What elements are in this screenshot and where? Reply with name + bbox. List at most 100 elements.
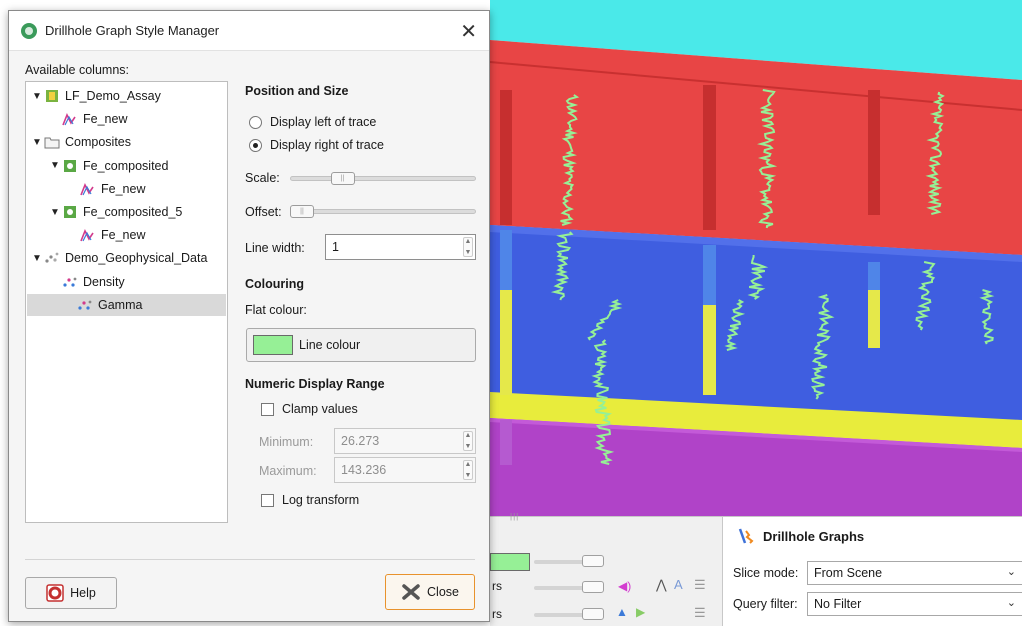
tree-item[interactable]: ▼ Demo_Geophysical_Data [32, 247, 207, 269]
scale-slider[interactable] [290, 176, 476, 181]
line-width-value: 1 [332, 240, 339, 254]
spin-buttons[interactable]: ▲ ▼ [463, 431, 473, 451]
close-x-icon [402, 584, 420, 600]
help-button[interactable]: Help [25, 577, 117, 609]
line-colour-button[interactable]: Line colour [246, 328, 476, 362]
scale-slider-thumb[interactable]: || [330, 172, 355, 185]
expand-arrow-icon[interactable]: ▼ [50, 207, 62, 218]
app-icon [21, 22, 37, 39]
display-right-radio[interactable]: Display right of trace [249, 138, 384, 152]
tree-item-label: Demo_Geophysical_Data [65, 251, 208, 266]
list-slider-2-thumb[interactable] [582, 581, 604, 593]
spin-up-icon[interactable]: ▲ [465, 238, 472, 245]
tree-item-label: Composites [65, 135, 131, 150]
drillhole-graphs-properties: Drillhole Graphs Slice mode: From Scene … [722, 516, 1022, 626]
available-columns-label: Available columns: [25, 63, 129, 77]
slice-mode-select[interactable]: From Scene ⌄ [807, 561, 1022, 585]
tree-item-label: LF_Demo_Assay [65, 89, 161, 103]
label-icon[interactable]: A [674, 577, 683, 592]
list-colour-swatch[interactable] [490, 553, 530, 571]
tree-item-label: Density [83, 274, 125, 289]
help-label: Help [70, 586, 96, 600]
tree-item-label: Fe_new [101, 181, 146, 196]
minimum-label: Minimum: [259, 435, 314, 449]
graph-line-icon [62, 112, 78, 126]
spin-down-icon[interactable]: ▼ [465, 472, 472, 479]
footer-divider [25, 559, 475, 560]
clamp-values-checkbox[interactable]: Clamp values [261, 402, 358, 416]
dialog-title: Drillhole Graph Style Manager [45, 23, 220, 38]
radio-button[interactable] [249, 138, 262, 152]
clamp-values-label: Clamp values [282, 402, 358, 416]
graph-line-icon [80, 182, 96, 196]
position-size-heading: Position and Size [245, 84, 349, 98]
display-left-label: Display left of trace [270, 115, 377, 129]
drillhole-graphs-icon [738, 528, 754, 544]
expand-arrow-icon[interactable]: ▼ [32, 253, 44, 264]
offset-label: Offset: [245, 205, 282, 219]
radio-button[interactable] [249, 115, 262, 129]
spin-up-icon[interactable]: ▲ [465, 432, 472, 439]
tree-item[interactable]: ▼ LF_Demo_Assay [32, 85, 161, 107]
chevron-down-icon: ⌄ [1006, 597, 1016, 609]
offset-slider-thumb[interactable]: || [290, 205, 314, 218]
lifebuoy-icon [46, 584, 64, 602]
columns-tree[interactable]: ▼ LF_Demo_Assay Fe_new ▼ Composites ▼ Fe_compo… [25, 81, 228, 523]
tree-item[interactable]: Fe_new [50, 108, 127, 130]
slice-mode-row: Slice mode: From Scene ⌄ [733, 561, 1022, 585]
splitter-grip[interactable]: ||| [510, 512, 519, 521]
list-icon[interactable]: ☰ [694, 577, 706, 593]
query-filter-select[interactable]: No Filter ⌄ [807, 592, 1022, 616]
query-filter-value: No Filter [814, 597, 862, 611]
expand-arrow-icon[interactable]: ▼ [50, 160, 62, 171]
surface-icon[interactable]: ▶ [636, 605, 645, 619]
flat-colour-label: Flat colour: [245, 303, 307, 317]
expand-arrow-icon[interactable]: ▼ [32, 91, 44, 102]
tree-item[interactable]: Fe_new [68, 178, 145, 200]
tree-item[interactable]: Fe_new [68, 224, 145, 246]
speaker-icon[interactable]: ◀) [618, 579, 631, 593]
list-slider-1-thumb[interactable] [582, 555, 604, 567]
spin-down-icon[interactable]: ▼ [465, 249, 472, 256]
expand-arrow-icon[interactable]: ▼ [32, 137, 44, 148]
checkbox[interactable] [261, 493, 274, 507]
drillhole-icon[interactable]: ▲ [616, 605, 628, 619]
display-right-label: Display right of trace [270, 138, 384, 152]
tree-item-label: Fe_composited_5 [83, 205, 183, 219]
geophysical-column-icon [62, 275, 78, 289]
offset-slider[interactable] [290, 209, 476, 214]
query-filter-row: Query filter: No Filter ⌄ [733, 592, 1022, 616]
tree-item[interactable]: ▼ Fe_composited [50, 155, 168, 177]
close-label: Close [427, 585, 459, 599]
checkbox[interactable] [261, 402, 274, 416]
folder-icon [44, 135, 60, 149]
slice-mode-value: From Scene [814, 566, 883, 580]
tree-item[interactable]: Density [50, 271, 125, 293]
colour-swatch [253, 335, 293, 355]
graph-style-manager-dialog: Drillhole Graph Style Manager ✕ Availabl… [8, 10, 490, 622]
log-transform-checkbox[interactable]: Log transform [261, 493, 359, 507]
spin-up-icon[interactable]: ▲ [465, 461, 472, 468]
tree-item[interactable]: ▼ Composites [32, 131, 131, 153]
graph-line-icon [80, 228, 96, 242]
list-slider-3-thumb[interactable] [582, 608, 604, 620]
graph-style-icon[interactable]: ⋀ [656, 577, 667, 593]
maximum-value: 143.236 [341, 463, 387, 477]
close-icon[interactable]: ✕ [460, 19, 477, 44]
close-button[interactable]: Close [385, 574, 475, 610]
display-left-radio[interactable]: Display left of trace [249, 115, 376, 129]
dialog-titlebar[interactable]: Drillhole Graph Style Manager ✕ [9, 11, 489, 51]
minimum-input[interactable]: 26.273 ▲ ▼ [334, 428, 476, 454]
list-icon-2[interactable]: ☰ [694, 605, 706, 621]
log-transform-label: Log transform [282, 493, 360, 507]
assay-table-icon [44, 89, 60, 103]
chevron-down-icon: ⌄ [1006, 566, 1016, 578]
tree-item[interactable]: Gamma [27, 293, 226, 316]
maximum-input[interactable]: 143.236 ▲ ▼ [334, 457, 476, 483]
spin-buttons[interactable]: ▲ ▼ [463, 460, 473, 480]
spin-down-icon[interactable]: ▼ [465, 443, 472, 450]
colouring-heading: Colouring [245, 277, 305, 291]
line-width-input[interactable]: 1 ▲ ▼ [325, 234, 476, 260]
tree-item[interactable]: ▼ Fe_composited_5 [50, 201, 182, 223]
spin-buttons[interactable]: ▲ ▼ [463, 237, 473, 257]
